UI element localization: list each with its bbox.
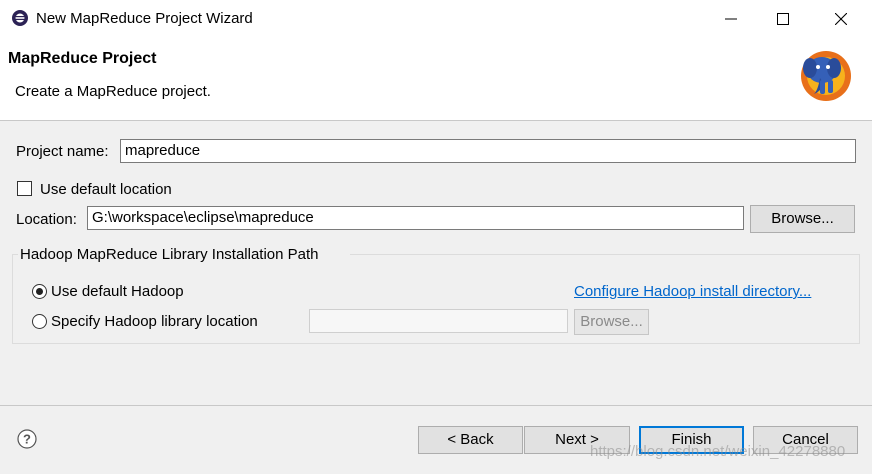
- maximize-icon: [777, 13, 789, 25]
- help-icon[interactable]: ?: [17, 429, 37, 449]
- close-icon: [835, 13, 847, 25]
- wizard-header: MapReduce Project Create a MapReduce pro…: [0, 38, 872, 121]
- hadoop-elephant-logo: [801, 51, 851, 101]
- minimize-button[interactable]: [705, 0, 757, 38]
- close-button[interactable]: [815, 0, 867, 38]
- window-title: New MapReduce Project Wizard: [36, 10, 253, 27]
- use-default-hadoop-radio[interactable]: [32, 284, 47, 299]
- title-bar: New MapReduce Project Wizard: [0, 0, 872, 38]
- specify-hadoop-location-radio[interactable]: [32, 314, 47, 329]
- hadoop-group-title: Hadoop MapReduce Library Installation Pa…: [20, 246, 325, 263]
- maximize-button[interactable]: [757, 0, 809, 38]
- radio-selected-dot: [36, 288, 43, 295]
- use-default-location-checkbox[interactable]: [17, 181, 32, 196]
- svg-text:?: ?: [23, 432, 31, 447]
- specify-hadoop-location-label[interactable]: Specify Hadoop library location: [51, 313, 258, 330]
- page-description: Create a MapReduce project.: [15, 83, 211, 100]
- location-label: Location:: [16, 211, 77, 228]
- location-browse-button[interactable]: Browse...: [750, 205, 855, 233]
- location-field[interactable]: G:\workspace\eclipse\mapreduce: [87, 206, 744, 230]
- footer-separator: [0, 405, 872, 406]
- page-title: MapReduce Project: [8, 50, 157, 67]
- minimize-icon: [725, 18, 737, 20]
- watermark: https://blog.csdn.net/weixin_42278880: [590, 443, 846, 460]
- eclipse-app-icon: [12, 10, 28, 26]
- configure-hadoop-link[interactable]: Configure Hadoop install directory...: [574, 283, 811, 300]
- use-default-hadoop-label[interactable]: Use default Hadoop: [51, 283, 184, 300]
- project-name-label: Project name:: [16, 143, 109, 160]
- hadoop-location-field[interactable]: [309, 309, 568, 333]
- use-default-location-label[interactable]: Use default location: [40, 181, 172, 198]
- project-name-field[interactable]: mapreduce: [120, 139, 856, 163]
- back-button[interactable]: < Back: [418, 426, 523, 454]
- hadoop-browse-button[interactable]: Browse...: [574, 309, 649, 335]
